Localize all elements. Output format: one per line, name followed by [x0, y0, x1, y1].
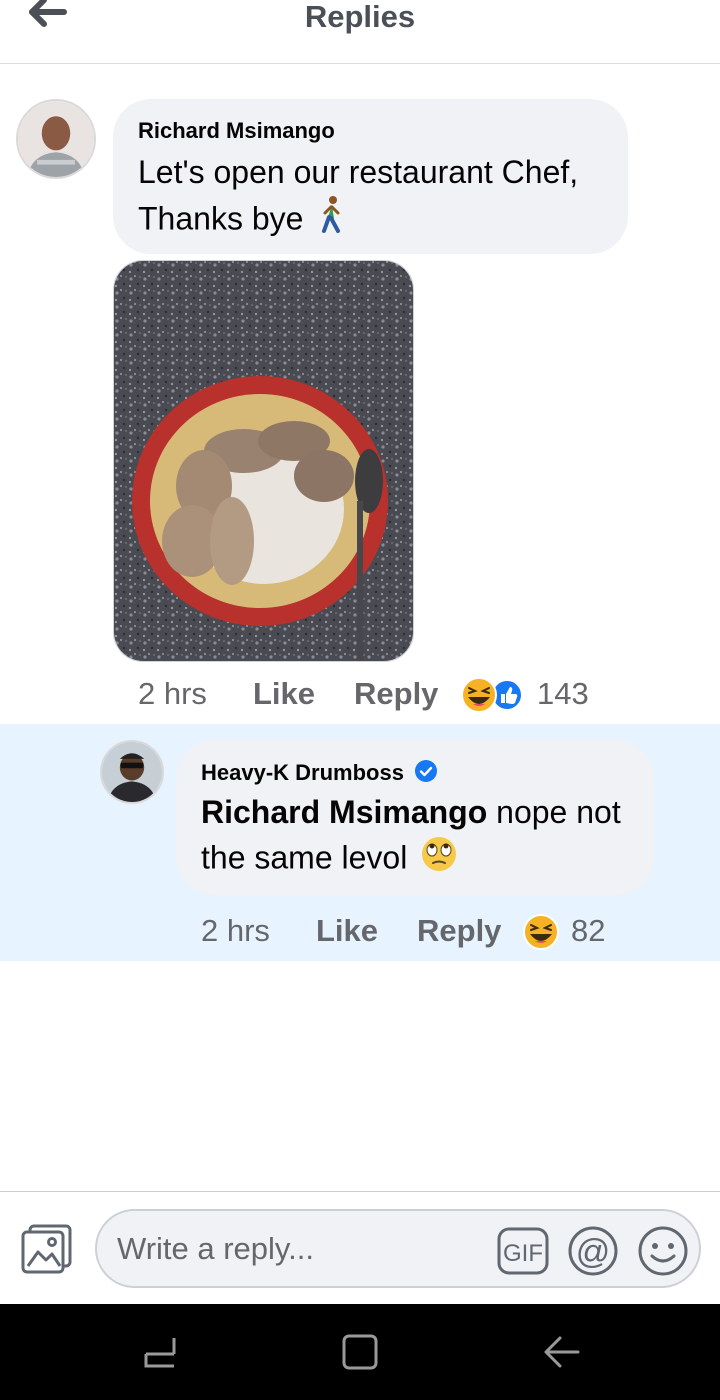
reply-input-box[interactable]: GIF @ [95, 1209, 701, 1288]
mention-icon[interactable]: @ [567, 1225, 619, 1277]
comment-photo[interactable] [113, 260, 414, 662]
svg-text:GIF: GIF [503, 1240, 543, 1267]
header: Replies [0, 0, 720, 64]
avatar[interactable] [16, 99, 96, 179]
walking-person-emoji [316, 195, 346, 247]
system-navbar [0, 1304, 720, 1400]
emoji-icon[interactable] [637, 1225, 689, 1277]
reaction-count: 82 [571, 913, 606, 948]
eye-roll-emoji [420, 835, 458, 885]
reaction-summary[interactable] [460, 677, 526, 713]
like-button[interactable]: Like [316, 913, 378, 949]
mention-link[interactable]: Richard Msimango [201, 794, 487, 830]
page-title: Replies [304, 0, 416, 34]
gif-icon[interactable]: GIF [497, 1225, 549, 1277]
reply-input[interactable] [117, 1225, 497, 1273]
comment-author[interactable]: Richard Msimango [138, 118, 335, 144]
home-icon[interactable] [338, 1332, 382, 1372]
like-button[interactable]: Like [253, 676, 315, 712]
back-icon[interactable] [540, 1332, 584, 1372]
recent-apps-icon[interactable] [138, 1332, 182, 1372]
reply-button[interactable]: Reply [354, 676, 438, 712]
reply-composer: GIF @ [0, 1191, 720, 1304]
reaction-summary[interactable] [523, 914, 559, 950]
avatar[interactable] [100, 740, 164, 804]
reply-time: 2 hrs [201, 913, 270, 948]
reply-author[interactable]: Heavy-K Drumboss [201, 759, 438, 789]
comment-text: Let's open our restaurant Chef, Thanks b… [138, 150, 618, 247]
reaction-count: 143 [537, 676, 589, 711]
reply-button[interactable]: Reply [417, 913, 501, 949]
photo-icon[interactable] [20, 1222, 74, 1276]
svg-text:@: @ [576, 1233, 611, 1271]
reply-text: Richard Msimango nope not the same levol [201, 790, 641, 885]
comment-time: 2 hrs [138, 676, 207, 711]
verified-badge-icon [414, 759, 438, 789]
